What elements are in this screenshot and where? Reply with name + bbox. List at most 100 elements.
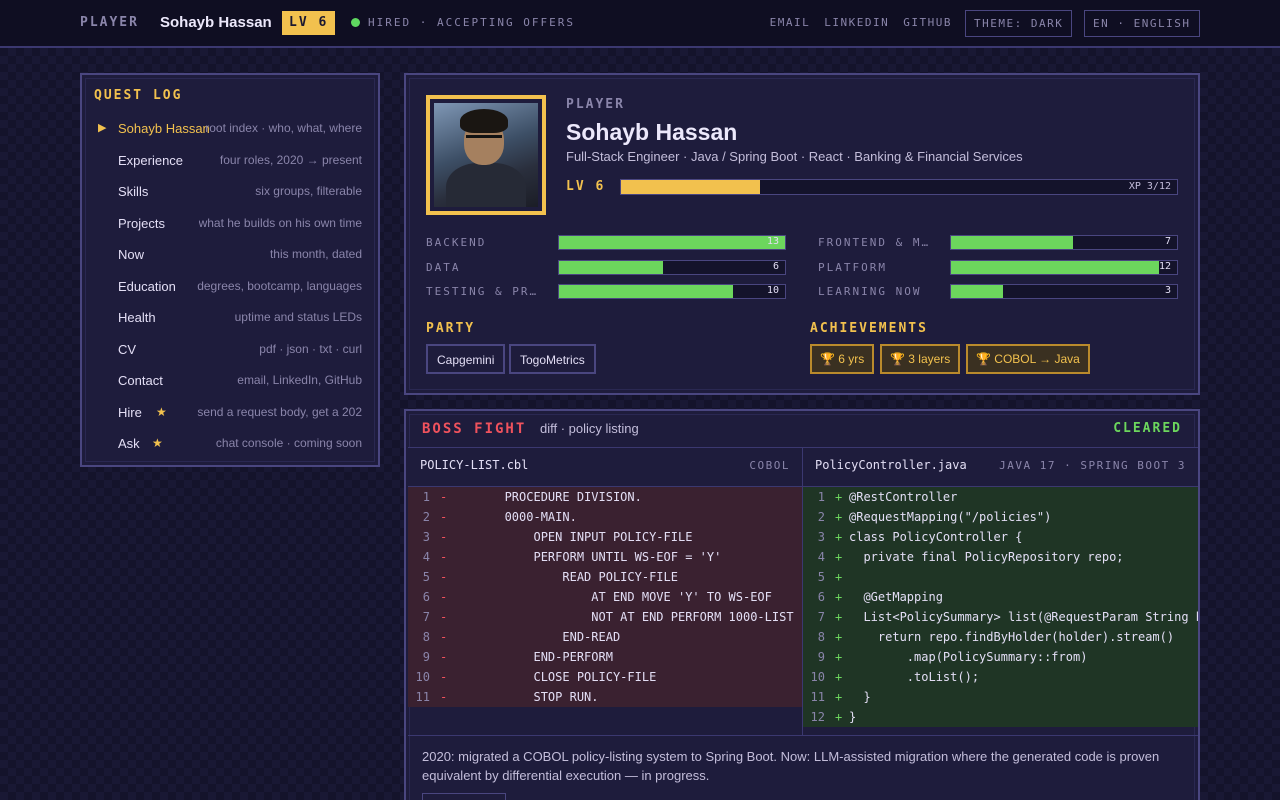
line-number: 8	[422, 630, 430, 644]
party-title: PARTY	[426, 321, 476, 336]
code-line: 11 + }	[803, 687, 1198, 707]
line-number: 4	[422, 550, 430, 564]
skill-bar-fill	[951, 236, 1074, 249]
removed-line-marker: -	[440, 570, 448, 584]
xp-bar: XP 3/12	[620, 179, 1178, 195]
quest-item[interactable]: Projects what he builds on his own time	[82, 212, 378, 238]
theme-toggle-button[interactable]: THEME: DARK	[965, 10, 1073, 37]
email-link[interactable]: EMAIL	[770, 16, 811, 29]
boss-fight-subtitle: diff · policy listing	[540, 421, 639, 436]
linkedin-link[interactable]: LINKEDIN	[824, 16, 889, 29]
card-player-label: PLAYER	[566, 97, 625, 112]
code-line: 3- OPEN INPUT POLICY-FILE	[408, 527, 802, 547]
quest-item[interactable]: Hire ★ send a request body, get a 202	[82, 401, 378, 427]
code-text: END-READ	[454, 630, 621, 644]
old-code-pane: 1- PROCEDURE DIVISION. 2- 0000-MAIN. 3- OP…	[408, 487, 802, 711]
skill-bar: 3	[950, 284, 1178, 299]
top-bar: PLAYER Sohayb Hassan LV 6 HIRED · ACCEPT…	[0, 0, 1280, 48]
added-line-marker: +	[835, 510, 843, 524]
quest-item-description: six groups, filterable	[255, 184, 362, 198]
added-line-marker: +	[835, 690, 843, 704]
quest-item-description: root index · who, what, where	[205, 121, 362, 135]
skill-value: 7	[1164, 236, 1171, 247]
new-file-language: JAVA 17 · SPRING BOOT 3	[999, 459, 1186, 472]
quest-item[interactable]: Skills six groups, filterable	[82, 180, 378, 206]
quest-item-label: Hire	[118, 404, 142, 420]
old-file-name: POLICY-LIST.cbl	[420, 458, 529, 472]
line-number: 2	[422, 510, 430, 524]
code-text: @GetMapping	[849, 590, 943, 604]
line-number: 12	[810, 710, 825, 724]
code-text: 0000-MAIN.	[454, 510, 577, 524]
code-text: END-PERFORM	[454, 650, 613, 664]
line-number: 7	[817, 610, 825, 624]
code-line: 4- PERFORM UNTIL WS-EOF = 'Y'	[408, 547, 802, 567]
quest-item-label: Ask	[118, 436, 140, 451]
achievement-badge: 🏆 6 yrs	[810, 344, 875, 374]
player-label: PLAYER	[80, 15, 139, 30]
xp-label: XP 3/12	[1128, 181, 1171, 192]
removed-line-marker: -	[440, 510, 448, 524]
github-link[interactable]: GITHUB	[903, 16, 952, 29]
old-file-header: POLICY-LIST.cbl COBOL	[408, 447, 802, 487]
achievements-title: ACHIEVEMENTS	[810, 321, 928, 336]
code-line: 10- CLOSE POLICY-FILE	[408, 667, 802, 687]
code-text: List<PolicySummary> list(@RequestParam S…	[863, 610, 1198, 624]
quest-item[interactable]: Health uptime and status LEDs	[82, 306, 378, 332]
quest-item-description: this month, dated	[269, 247, 362, 261]
level-badge: LV 6	[282, 11, 336, 35]
skill-bar: 7	[950, 235, 1178, 250]
quest-item[interactable]: Experience four roles, 2020 → present	[82, 149, 378, 175]
code-line: 7 + List<PolicySummary> list(@RequestPara…	[803, 607, 1198, 627]
quest-item-label: Education	[118, 278, 176, 294]
code-text: .map(PolicySummary::from)	[849, 650, 1088, 664]
player-name: Sohayb Hassan	[160, 14, 272, 31]
removed-line-marker: -	[440, 630, 448, 644]
added-line-marker: +	[835, 650, 843, 664]
skill-bar-fill	[559, 236, 785, 249]
language-button[interactable]: EN · ENGLISH	[1084, 10, 1200, 37]
quest-item[interactable]: CV pdf · json · txt · curl	[82, 338, 378, 364]
code-text: }	[849, 710, 857, 724]
achievement-badge: 🏆 3 layers	[880, 344, 961, 374]
skill-value: 3	[1164, 285, 1171, 296]
skill-label: LEARNING NOW	[818, 285, 922, 298]
line-number: 9	[817, 650, 825, 664]
code-text: READ POLICY-FILE	[454, 570, 678, 584]
quest-item[interactable]: Ask ★ chat console · coming soon	[82, 432, 378, 458]
xp-bar-fill	[621, 180, 760, 194]
quest-item[interactable]: Contact email, LinkedIn, GitHub	[82, 369, 378, 395]
party-tag-togometrics[interactable]: TogoMetrics	[509, 344, 596, 374]
code-line: 9 + .map(PolicySummary::from)	[803, 647, 1198, 667]
line-number: 8	[817, 630, 825, 644]
quest-item[interactable]: Education degrees, bootcamp, languages	[82, 275, 378, 301]
line-number: 1	[817, 490, 825, 504]
code-line: 8- END-READ	[408, 627, 802, 647]
code-text: OPEN INPUT POLICY-FILE	[454, 530, 693, 544]
player-card: PLAYER Sohayb Hassan Full-Stack Engineer…	[404, 73, 1200, 395]
line-number: 10	[810, 670, 825, 684]
code-line: 5 +	[803, 567, 1198, 587]
skill-bar: 6	[558, 259, 786, 275]
line-number: 9	[422, 650, 430, 664]
skill-label: TESTING & PRACTICES	[426, 285, 544, 298]
quest-item[interactable]: Now this month, dated	[82, 243, 378, 269]
added-line-marker: +	[835, 530, 843, 544]
added-line-marker: +	[835, 490, 843, 504]
skill-bar: 10	[558, 284, 786, 299]
code-line: 8 + return repo.findByHolder(holder).stre…	[803, 627, 1198, 647]
old-file-language: COBOL	[749, 459, 790, 472]
new-file-header: PolicyController.java JAVA 17 · SPRING B…	[802, 447, 1198, 487]
hire-status: HIRED · ACCEPTING OFFERS	[368, 16, 575, 29]
added-line-marker: +	[835, 610, 843, 624]
code-text: private final PolicyRepository repo;	[849, 550, 1124, 564]
party-tag-capgemini[interactable]: Capgemini	[426, 344, 506, 374]
code-text: @RestController	[849, 490, 958, 504]
line-number: 3	[817, 530, 825, 544]
quest-item-label: Health	[118, 310, 156, 325]
quest-log-title: QUEST LOG	[94, 88, 183, 103]
line-number: 2	[817, 510, 825, 524]
quest-item[interactable]: ▶ Sohayb Hassan root index · who, what, wh…	[82, 117, 378, 143]
boss-fight-button[interactable]	[422, 793, 506, 800]
code-text: NOT AT END PERFORM 1000-LIST	[454, 610, 794, 624]
